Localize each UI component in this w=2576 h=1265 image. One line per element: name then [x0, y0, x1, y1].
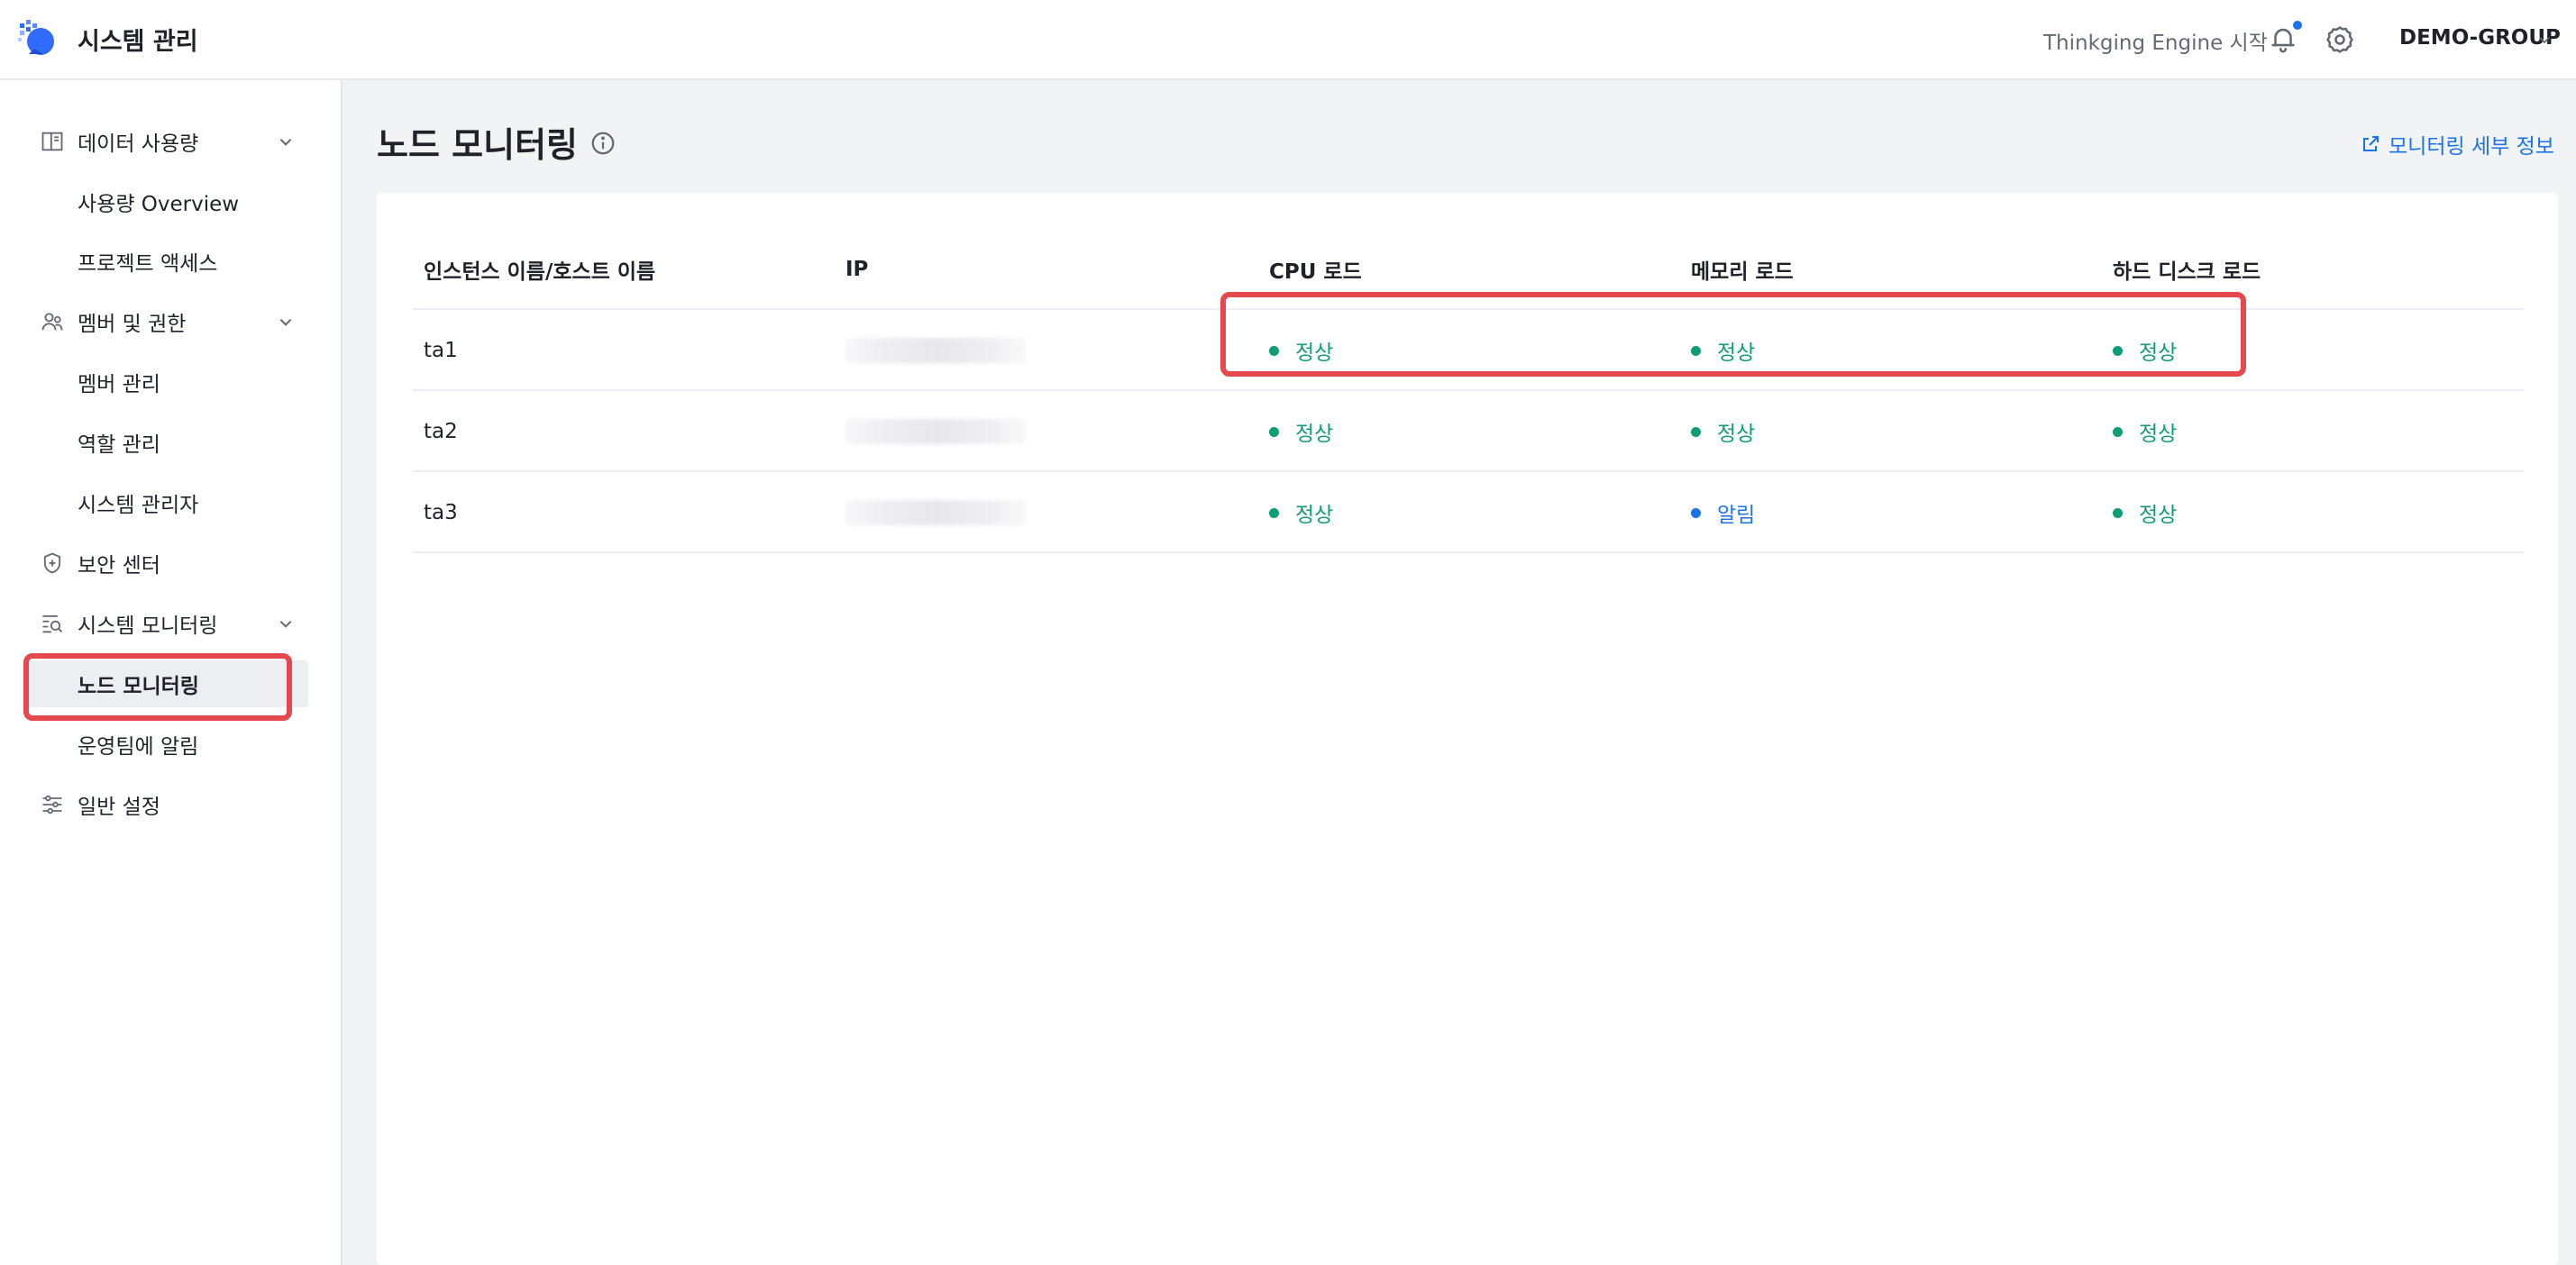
sidebar-item-label: 멤버 관리 [78, 373, 160, 396]
monitoring-detail-label: 모니터링 세부 정보 [2389, 135, 2554, 159]
instance-name: ta2 [424, 420, 458, 443]
status-dot [1691, 345, 1701, 356]
notification-dot [2293, 21, 2302, 30]
users-icon [41, 313, 63, 331]
table-row: ta2 정상 정상 정상 [413, 391, 2524, 472]
memory-status: 정상 [1691, 310, 1755, 391]
column-header-instance: 인스턴스 이름/호스트 이름 [424, 260, 656, 284]
sidebar-group-members[interactable]: 멤버 및 권한 [0, 298, 343, 345]
external-link-icon [2363, 136, 2379, 151]
column-header-disk: 하드 디스크 로드 [2113, 260, 2261, 284]
sidebar-item-project-access[interactable]: 프로젝트 액세스 [0, 238, 343, 285]
chevron-down-icon [279, 319, 292, 326]
disk-status: 정상 [2113, 310, 2177, 391]
redacted-ip [845, 419, 1026, 444]
column-header-ip: IP [845, 258, 869, 281]
book-icon [41, 132, 63, 151]
instance-name: ta1 [424, 339, 458, 362]
table-row: ta1 정상 정상 정상 [413, 310, 2524, 391]
node-table-panel: 인스턴스 이름/호스트 이름 IP CPU 로드 메모리 로드 하드 디스크 로… [377, 193, 2558, 1265]
status-dot [2113, 345, 2123, 356]
sidebar-item-label: 역할 관리 [78, 433, 160, 457]
sidebar-item-label: 프로젝트 액세스 [78, 252, 218, 276]
cpu-status: 정상 [1269, 391, 1333, 472]
sidebar-item-role-management[interactable]: 역할 관리 [0, 419, 343, 466]
top-header: 시스템 관리 Thinkging Engine 시작 DEMO-GROUP [0, 0, 2576, 80]
app-title: 시스템 관리 [78, 28, 198, 56]
sidebar-item-label: 노드 모니터링 [78, 675, 199, 698]
chevron-down-icon [279, 621, 292, 628]
status-text: 정상 [2139, 423, 2178, 446]
disk-status: 정상 [2113, 391, 2177, 472]
sliders-icon [42, 795, 62, 815]
status-text: 정상 [1717, 423, 1756, 446]
status-text: 정상 [1295, 504, 1334, 527]
sidebar-group-system-monitoring[interactable]: 시스템 모니터링 [0, 600, 343, 647]
sidebar-group-label: 시스템 모니터링 [78, 614, 218, 638]
sidebar-item-label: 시스템 관리자 [78, 494, 199, 517]
cpu-status: 정상 [1269, 472, 1333, 553]
memory-status: 알림 [1691, 472, 1755, 553]
disk-status: 정상 [2113, 472, 2177, 553]
status-dot [1269, 345, 1279, 356]
cpu-status: 정상 [1269, 310, 1333, 391]
status-text: 정상 [1295, 423, 1334, 446]
memory-status: 정상 [1691, 391, 1755, 472]
ip-cell [845, 472, 1026, 553]
start-engine-link[interactable]: Thinkging Engine 시작 [2043, 25, 2268, 56]
sidebar-item-notify-ops[interactable]: 운영팀에 알림 [0, 721, 343, 768]
chevron-down-icon [279, 139, 292, 146]
sidebar-item-label: 운영팀에 알림 [78, 735, 199, 759]
sidebar-group-security-center[interactable]: 보안 센터 [0, 540, 343, 587]
status-dot [2113, 426, 2123, 437]
brain-logo-icon[interactable] [16, 18, 58, 59]
status-dot [1269, 426, 1279, 437]
table-row: ta3 정상 알림 정상 [413, 472, 2524, 553]
monitor-search-icon [42, 614, 63, 633]
status-text: 정상 [1295, 341, 1334, 365]
column-header-memory: 메모리 로드 [1691, 260, 1794, 284]
gear-icon[interactable] [2325, 24, 2355, 55]
redacted-ip [845, 500, 1026, 525]
ip-cell [845, 310, 1026, 391]
sidebar-group-data-usage[interactable]: 데이터 사용량 [0, 118, 343, 165]
sidebar-item-label: 사용량 Overview [78, 193, 240, 216]
page-title: 노드 모니터링 [377, 125, 578, 165]
ip-cell [845, 391, 1026, 472]
status-dot [1691, 507, 1701, 518]
sidebar-item-member-management[interactable]: 멤버 관리 [0, 359, 343, 405]
instance-name: ta3 [424, 501, 458, 524]
shield-icon [43, 552, 61, 574]
sidebar-group-general-settings[interactable]: 일반 설정 [0, 781, 343, 828]
sidebar-group-label: 멤버 및 권한 [78, 313, 187, 336]
info-icon[interactable] [589, 130, 617, 157]
status-text: 알림 [1717, 504, 1756, 527]
table-header: 인스턴스 이름/호스트 이름 IP CPU 로드 메모리 로드 하드 디스크 로… [413, 229, 2524, 310]
sidebar-item-usage-overview[interactable]: 사용량 Overview [0, 178, 343, 225]
sidebar: 데이터 사용량 사용량 Overview 프로젝트 액세스 멤버 및 권한 멤버… [0, 80, 343, 1265]
monitoring-detail-link[interactable]: 모니터링 세부 정보 [2360, 129, 2554, 159]
status-text: 정상 [2139, 504, 2178, 527]
sidebar-group-label: 데이터 사용량 [78, 132, 199, 156]
sidebar-group-label: 보안 센터 [78, 554, 160, 578]
sidebar-item-system-admin[interactable]: 시스템 관리자 [0, 479, 343, 526]
status-text: 정상 [1717, 341, 1756, 365]
status-dot [1269, 507, 1279, 518]
sidebar-item-node-monitoring[interactable]: 노드 모니터링 [25, 660, 308, 707]
column-header-cpu: CPU 로드 [1269, 260, 1362, 284]
status-dot [1691, 426, 1701, 437]
sidebar-group-label: 일반 설정 [78, 796, 160, 819]
chevron-down-icon[interactable] [2537, 32, 2552, 47]
redacted-ip [845, 338, 1026, 363]
status-dot [2113, 507, 2123, 518]
status-text: 정상 [2139, 341, 2178, 365]
